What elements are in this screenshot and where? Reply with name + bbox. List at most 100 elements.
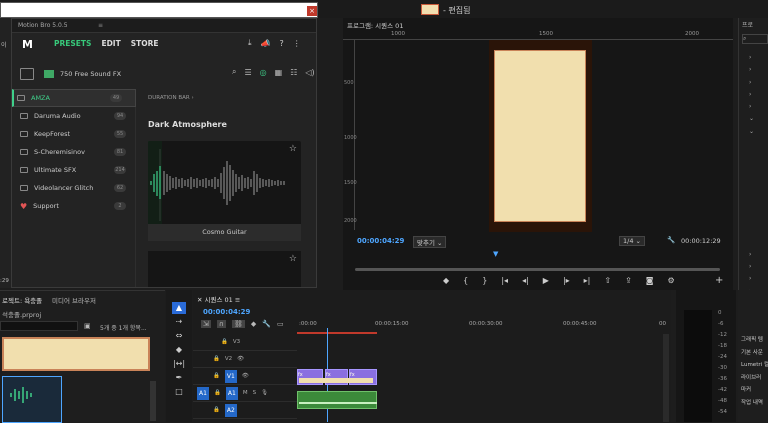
sidebar-item-daruma[interactable]: Daruma Audio 94 xyxy=(12,107,136,125)
filter-icon[interactable]: ☰ xyxy=(244,68,251,77)
sidebar-item-ultimate-sfx[interactable]: Ultimate SFX 214 xyxy=(12,161,136,179)
lock-icon[interactable]: 🔒 xyxy=(213,373,220,379)
pack-name[interactable]: 750 Free Sound FX xyxy=(60,70,121,78)
marker-icon[interactable]: ◆ xyxy=(251,320,256,328)
megaphone-icon[interactable]: 📣 xyxy=(261,39,271,48)
wrench-icon[interactable]: 🔧 xyxy=(667,236,675,244)
search-icon[interactable]: ⌕ xyxy=(232,67,236,77)
panel-history[interactable]: 작업 내역 xyxy=(741,397,768,410)
camera-icon[interactable]: ◙ xyxy=(646,276,654,285)
snap-icon[interactable]: ∩ xyxy=(216,320,226,328)
pen-tool-icon[interactable]: ✒ xyxy=(172,372,186,384)
sidebar-item-videolancer[interactable]: Videolancer Glitch 62 xyxy=(12,179,136,197)
slip-tool-icon[interactable]: |↔| xyxy=(172,358,186,370)
lock-icon[interactable]: 🔒 xyxy=(214,390,221,396)
track-a2[interactable]: 🔒 A2 xyxy=(193,402,297,419)
track-v3[interactable]: 🔒 V3 xyxy=(193,334,297,351)
step-back-icon[interactable]: ◂| xyxy=(522,276,529,285)
play-icon[interactable]: ▶ xyxy=(543,276,549,285)
panel-lumetri-color[interactable]: Lumetri 컬 xyxy=(741,359,768,372)
selection-tool-icon[interactable]: ▲ xyxy=(172,302,186,314)
new-bin-icon[interactable]: ▣ xyxy=(84,322,91,330)
close-button[interactable]: × xyxy=(307,6,317,16)
panel-libraries[interactable]: 라이브러 xyxy=(741,372,768,385)
settings-icon[interactable]: ⚙ xyxy=(668,276,675,285)
ripple-edit-icon[interactable]: ⇔ xyxy=(172,330,186,342)
marker-icon[interactable]: ◆ xyxy=(443,276,449,285)
track-label[interactable]: A1 xyxy=(225,386,238,400)
program-monitor-title[interactable]: 프로그램: 시퀀스 01 xyxy=(347,20,403,30)
eye-icon[interactable]: 👁 xyxy=(237,356,244,362)
sequence-tab[interactable]: ✕ 시퀀스 01 ≡ xyxy=(197,294,240,304)
sidebar-item-support[interactable]: ♥ Support 2 xyxy=(12,197,136,215)
mic-icon[interactable]: 🎙 xyxy=(261,390,268,396)
favorite-star-icon[interactable]: ☆ xyxy=(289,144,297,154)
scrub-bar[interactable] xyxy=(355,268,720,271)
download-icon[interactable]: ⤓ xyxy=(248,38,252,48)
track-v1[interactable]: 🔒 V1 👁 xyxy=(193,368,297,385)
audio-clip[interactable] xyxy=(297,391,377,409)
track-v2[interactable]: 🔒 V2 👁 xyxy=(193,351,297,368)
project-search-input[interactable] xyxy=(0,321,78,331)
tab-edit[interactable]: EDIT xyxy=(101,39,120,48)
extract-icon[interactable]: ⇪ xyxy=(625,276,632,285)
menu-icon[interactable]: ≡ xyxy=(98,22,103,29)
linked-icon[interactable]: ⛓ xyxy=(232,320,245,328)
rectangle-tool-icon[interactable]: □ xyxy=(172,386,186,398)
favorite-star-icon[interactable]: ☆ xyxy=(289,254,297,264)
lift-icon[interactable]: ⇧ xyxy=(604,276,611,285)
lock-icon[interactable]: 🔒 xyxy=(213,356,220,362)
target-icon[interactable]: ◎ xyxy=(260,68,267,77)
work-area-bar[interactable] xyxy=(297,332,377,334)
search-icon[interactable]: ⌕ xyxy=(742,34,768,44)
step-forward-icon[interactable]: |▸ xyxy=(563,276,570,285)
go-to-in-icon[interactable]: |◂ xyxy=(501,276,508,285)
grid-view-icon[interactable]: ▦ xyxy=(275,68,283,77)
meter-tick: 0 xyxy=(718,310,722,316)
nest-icon[interactable]: ⇲ xyxy=(201,320,211,328)
help-icon[interactable]: ? xyxy=(280,39,284,48)
add-button-icon[interactable]: + xyxy=(715,275,723,286)
panel-markers[interactable]: 마커 xyxy=(741,384,768,397)
playhead-marker-icon[interactable]: ▼ xyxy=(493,250,498,258)
program-timecode[interactable]: 00:00:04:29 xyxy=(357,237,404,245)
track-a1[interactable]: A1 🔒 A1 M S 🎙 xyxy=(193,385,297,402)
folder-icon[interactable] xyxy=(20,68,34,80)
sidebar-item-amza[interactable]: AMZA 49 xyxy=(12,89,136,107)
track-select-icon[interactable]: ⇢ xyxy=(172,316,186,328)
sidebar-item-keepforest[interactable]: KeepForest 55 xyxy=(12,125,136,143)
list-view-icon[interactable]: ☷ xyxy=(290,68,297,77)
mark-out-icon[interactable]: } xyxy=(482,276,487,285)
sequence-thumbnail[interactable] xyxy=(2,376,62,423)
tab-presets[interactable]: PRESETS xyxy=(54,39,91,48)
lock-icon[interactable]: 🔒 xyxy=(213,407,220,413)
solo-icon[interactable]: S xyxy=(253,390,257,396)
timeline-scrollbar[interactable] xyxy=(663,334,669,422)
sound-icon[interactable]: ◁) xyxy=(305,68,314,77)
tab-project[interactable]: 로젝트: 욕충졸 xyxy=(2,295,42,305)
source-patch[interactable]: A1 xyxy=(197,386,209,400)
razor-icon[interactable]: ◆ xyxy=(172,344,186,356)
timeline-ruler[interactable]: :00:00 00:00:15:00 00:00:30:00 00:00:45:… xyxy=(297,320,671,332)
go-to-out-icon[interactable]: ▸| xyxy=(584,276,591,285)
captions-icon[interactable]: ▭ xyxy=(277,320,284,328)
more-icon[interactable]: ⋮ xyxy=(293,39,301,48)
mark-in-icon[interactable]: { xyxy=(463,276,468,285)
sidebar-item-cheremisinov[interactable]: S-Cheremisinov 81 xyxy=(12,143,136,161)
lock-icon[interactable]: 🔒 xyxy=(221,339,228,345)
eye-icon[interactable]: 👁 xyxy=(242,373,249,379)
breadcrumb[interactable]: DURATION BAR › xyxy=(148,95,194,101)
track-label[interactable]: A2 xyxy=(224,403,237,417)
track-label[interactable]: V1 xyxy=(224,369,237,383)
scrollbar[interactable] xyxy=(150,381,156,421)
tab-media-browser[interactable]: 미디어 브라우저 xyxy=(52,295,96,305)
wrench-icon[interactable]: 🔧 xyxy=(262,320,271,328)
fit-dropdown[interactable]: 맞추기 ⌄ xyxy=(413,236,447,248)
panel-essential-sound[interactable]: 기본 사운 xyxy=(741,347,768,360)
sequence-timecode[interactable]: 00:00:04:29 xyxy=(203,308,250,316)
panel-essential-graphics[interactable]: 그래픽 템 xyxy=(741,334,768,347)
mute-icon[interactable]: M xyxy=(243,390,248,396)
tab-store[interactable]: STORE xyxy=(131,39,159,48)
preset-card-2[interactable]: ☆ xyxy=(148,251,301,287)
quality-dropdown[interactable]: 1/4 ⌄ xyxy=(619,236,645,246)
